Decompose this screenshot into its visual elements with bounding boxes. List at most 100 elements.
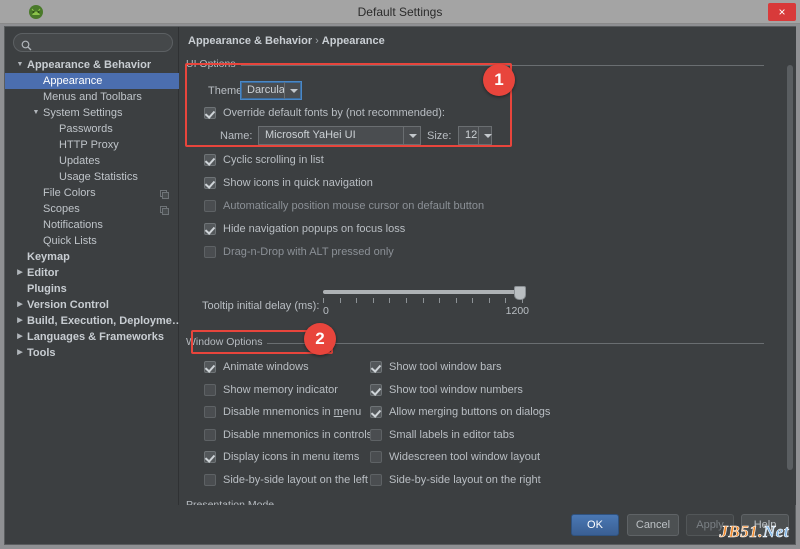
chevron-right-icon[interactable]: ▶ — [15, 345, 25, 361]
sidebar-item-file-colors[interactable]: File Colors — [5, 185, 179, 201]
checkbox-label: Show tool window numbers — [389, 384, 523, 396]
chevron-right-icon[interactable]: ▶ — [15, 313, 25, 329]
checkbox-box[interactable] — [204, 384, 216, 396]
checkbox-box[interactable] — [204, 177, 216, 189]
ok-button[interactable]: OK — [571, 514, 619, 536]
sidebar-item-system-settings[interactable]: ▼ System Settings — [5, 105, 179, 121]
checkbox-label: Side-by-side layout on the left — [223, 474, 368, 486]
search-input[interactable] — [38, 34, 168, 51]
site-watermark: JB51.Net — [719, 522, 789, 542]
sidebar-item-http-proxy[interactable]: HTTP Proxy — [5, 137, 179, 153]
checkbox-box[interactable] — [204, 451, 216, 463]
sidebar-item-keymap[interactable]: Keymap — [5, 249, 179, 265]
checkbox-label: Drag-n-Drop with ALT pressed only — [223, 246, 394, 258]
settings-tree[interactable]: ▼ Appearance & Behavior Appearance Menus an… — [5, 57, 183, 517]
checkbox-box[interactable] — [370, 406, 382, 418]
chevron-right-icon[interactable]: ▶ — [15, 265, 25, 281]
sidebar-item-appearance-behavior[interactable]: ▼ Appearance & Behavior — [5, 57, 179, 73]
settings-dialog: ▼ Appearance & Behavior Appearance Menus an… — [4, 26, 796, 521]
sidebar-item-tools[interactable]: ▶ Tools — [5, 345, 179, 361]
group-divider — [186, 343, 764, 344]
slider-tick — [489, 298, 490, 303]
font-size-dropdown[interactable]: 12 — [458, 126, 492, 145]
checkbox-label: Override default fonts by (not recommend… — [223, 107, 445, 119]
checkbox-box[interactable] — [204, 107, 216, 119]
content-scrollbar[interactable] — [786, 57, 794, 512]
checkbox-label: Side-by-side layout on the right — [389, 474, 541, 486]
title-bar: Default Settings × — [0, 0, 800, 24]
chevron-down-icon[interactable] — [478, 127, 492, 144]
sidebar-item-label: Keymap — [27, 251, 70, 263]
sidebar-item-updates[interactable]: Updates — [5, 153, 179, 169]
slider-max-label: 1200 — [505, 305, 529, 317]
breadcrumb-parent[interactable]: Appearance & Behavior — [188, 35, 312, 47]
checkbox-box[interactable] — [204, 429, 216, 441]
checkbox-box[interactable] — [370, 451, 382, 463]
checkbox-box[interactable] — [204, 361, 216, 373]
checkbox-box[interactable] — [370, 429, 382, 441]
checkbox-box[interactable] — [370, 384, 382, 396]
slider-tick — [323, 298, 324, 303]
theme-value: Darcula — [247, 84, 285, 96]
sidebar-item-appearance[interactable]: Appearance — [5, 73, 179, 89]
close-icon[interactable]: × — [768, 3, 796, 21]
sidebar-item-passwords[interactable]: Passwords — [5, 121, 179, 137]
copy-icon[interactable] — [160, 204, 169, 215]
checkbox-box[interactable] — [204, 223, 216, 235]
tooltip-delay-label: Tooltip initial delay (ms): — [202, 300, 320, 312]
sidebar-item-quick-lists[interactable]: Quick Lists — [5, 233, 179, 249]
checkbox-box[interactable] — [204, 474, 216, 486]
checkbox-box[interactable] — [370, 361, 382, 373]
theme-dropdown[interactable]: Darcula — [240, 81, 302, 100]
group-divider — [186, 65, 764, 66]
sidebar-item-label: Updates — [59, 155, 100, 167]
chevron-right-icon[interactable]: ▶ — [15, 297, 25, 313]
cancel-button[interactable]: Cancel — [627, 514, 679, 536]
checkbox-label: Small labels in editor tabs — [389, 429, 515, 441]
sidebar-item-label: Version Control — [27, 299, 109, 311]
sidebar-item-label: Editor — [27, 267, 59, 279]
chevron-down-icon[interactable] — [403, 127, 420, 144]
copy-icon[interactable] — [160, 188, 169, 199]
chevron-down-icon[interactable]: ▼ — [15, 57, 25, 73]
sidebar-item-label: System Settings — [43, 107, 123, 119]
slider-tick — [439, 298, 440, 303]
slider-knob[interactable] — [514, 286, 527, 300]
sidebar-item-version-control[interactable]: ▶ Version Control — [5, 297, 179, 313]
settings-sidebar: ▼ Appearance & Behavior Appearance Menus an… — [5, 27, 183, 520]
checkbox-label: Show icons in quick navigation — [223, 177, 373, 189]
checkbox-box[interactable] — [204, 154, 216, 166]
font-name-dropdown[interactable]: Microsoft YaHei UI — [258, 126, 421, 145]
sidebar-item-build-execution-deployme[interactable]: ▶ Build, Execution, Deployme… — [5, 313, 183, 329]
sidebar-item-menus-and-toolbars[interactable]: Menus and Toolbars — [5, 89, 179, 105]
slider-tick — [356, 298, 357, 303]
chevron-down-icon[interactable]: ▼ — [31, 105, 41, 121]
checkbox-box[interactable] — [204, 200, 216, 212]
sidebar-item-usage-statistics[interactable]: Usage Statistics — [5, 169, 179, 185]
search-box[interactable] — [13, 33, 173, 52]
checkbox-box[interactable] — [204, 246, 216, 258]
slider-tick — [505, 298, 506, 303]
checkbox-box[interactable] — [204, 406, 216, 418]
settings-content: Appearance & Behavior › Appearance UI Opti… — [180, 27, 796, 520]
sidebar-item-label: Appearance — [43, 75, 103, 87]
chevron-down-icon[interactable] — [284, 82, 301, 99]
ui-options-group: UI Options — [186, 58, 764, 70]
sidebar-item-notifications[interactable]: Notifications — [5, 217, 179, 233]
sidebar-item-editor[interactable]: ▶ Editor — [5, 265, 179, 281]
sidebar-item-languages-frameworks[interactable]: ▶ Languages & Frameworks — [5, 329, 179, 345]
slider-ticks — [323, 298, 523, 304]
chevron-right-icon[interactable]: ▶ — [15, 329, 25, 345]
sidebar-item-label: Passwords — [59, 123, 113, 135]
sidebar-item-label: Quick Lists — [43, 235, 97, 247]
slider-track[interactable] — [323, 290, 523, 294]
slider-tick — [340, 298, 341, 303]
scrollbar-thumb[interactable] — [787, 65, 793, 470]
sidebar-item-plugins[interactable]: Plugins — [5, 281, 179, 297]
checkbox-label: Show memory indicator — [223, 384, 338, 396]
checkbox-box[interactable] — [370, 474, 382, 486]
checkbox-label: Allow merging buttons on dialogs — [389, 406, 551, 418]
sidebar-item-label: Tools — [27, 347, 56, 359]
sidebar-item-scopes[interactable]: Scopes — [5, 201, 179, 217]
slider-tick — [423, 298, 424, 303]
